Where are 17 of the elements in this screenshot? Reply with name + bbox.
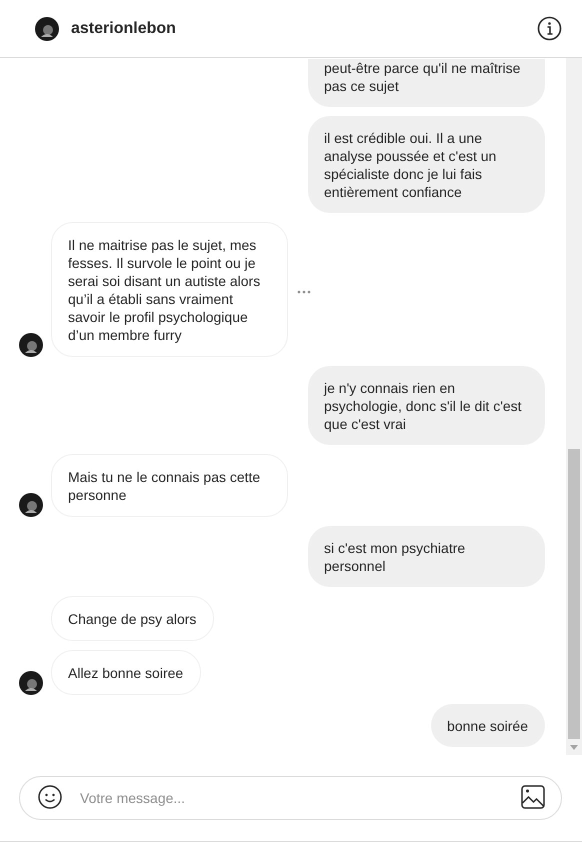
info-icon[interactable]	[537, 16, 562, 41]
avatar	[35, 16, 59, 40]
username[interactable]: asterionlebon	[71, 20, 537, 38]
sent-message-bubble: bonne soirée	[431, 704, 545, 747]
received-message-bubble: Il ne maitrise pas le sujet, mes fesses. Il survole le point ou je serai soi disant un autiste alors qu’il a établi sans vraiment savoir le profil psychologique d’un membre furry	[51, 222, 288, 357]
emoji-icon[interactable]	[38, 785, 62, 809]
received-message-bubble: Change de psy alors	[51, 596, 214, 641]
sent-message-bubble: peut-être parce qu'il ne maîtrise pas ce sujet	[308, 59, 545, 107]
received-message-bubble: Allez bonne soiree	[51, 650, 202, 695]
more-options-icon[interactable]	[297, 290, 311, 294]
sent-message-bubble: il est crédible oui. Il a une analyse poussée et c'est un spécialiste donc je lui fais entièrement confiance	[308, 116, 545, 213]
received-message-bubble: Mais tu ne le connais pas cette personne	[51, 454, 288, 517]
scrollbar[interactable]	[566, 58, 582, 755]
sent-message-bubble: je n'y connais rien en psychologie, donc s'il le dit c'est que c'est vrai	[308, 366, 545, 445]
message-field[interactable]: Votre message...	[19, 776, 562, 820]
sent-message-bubble: si c'est mon psychiatre personnel	[308, 526, 545, 587]
image-icon[interactable]	[521, 785, 545, 809]
